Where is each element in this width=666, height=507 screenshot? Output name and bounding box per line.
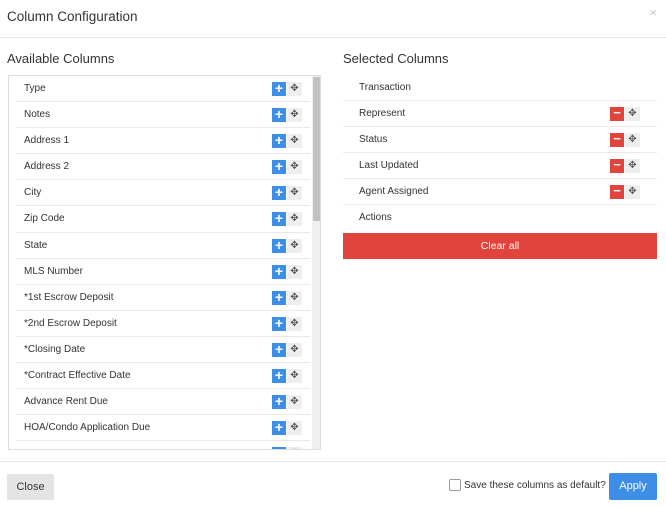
- list-item: Status − ✥: [343, 127, 657, 153]
- column-label: Status: [359, 134, 388, 145]
- list-item: *Closing Date + ✥: [16, 337, 310, 364]
- add-column-button[interactable]: +: [272, 290, 286, 305]
- drag-handle-icon[interactable]: ✥: [287, 316, 302, 331]
- column-label: Notes: [24, 109, 51, 121]
- modal-header: Column Configuration ×: [0, 0, 666, 38]
- drag-handle-icon[interactable]: ✥: [287, 447, 302, 449]
- add-column-button[interactable]: +: [272, 133, 286, 149]
- column-label: *Contract Effective Date: [24, 370, 131, 382]
- add-column-button[interactable]: +: [272, 368, 286, 384]
- add-column-button[interactable]: +: [272, 238, 286, 253]
- drag-handle-icon[interactable]: ✥: [287, 421, 302, 436]
- save-default-checkbox[interactable]: [449, 479, 461, 491]
- add-column-button[interactable]: +: [272, 159, 286, 175]
- modal-footer: Close Save these columns as default? App…: [0, 461, 666, 507]
- drag-handle-icon[interactable]: ✥: [287, 369, 302, 384]
- close-icon[interactable]: ×: [649, 5, 657, 20]
- add-column-button[interactable]: +: [272, 420, 286, 436]
- drag-handle-icon[interactable]: ✥: [287, 395, 302, 410]
- drag-handle-icon[interactable]: ✥: [287, 212, 302, 227]
- list-item: Address 2 + ✥: [16, 154, 310, 181]
- drag-handle-icon[interactable]: ✥: [287, 134, 302, 149]
- list-item: MLS Number + ✥: [16, 259, 310, 285]
- add-column-button[interactable]: +: [272, 107, 286, 123]
- remove-column-button[interactable]: −: [610, 132, 624, 147]
- drag-handle-icon[interactable]: ✥: [287, 160, 302, 175]
- drag-handle-icon[interactable]: ✥: [625, 185, 640, 199]
- column-label: Transaction: [359, 82, 411, 93]
- drag-handle-icon[interactable]: ✥: [287, 82, 302, 96]
- list-item: HOA/Condo Application Due + ✥: [16, 415, 310, 442]
- drag-handle-icon[interactable]: ✥: [625, 133, 640, 147]
- column-label: Represent: [359, 108, 406, 119]
- column-label: Agent Assigned: [359, 186, 429, 197]
- list-item: State + ✥: [16, 233, 310, 259]
- available-columns-list[interactable]: Type + ✥ Notes + ✥ Address 1 + ✥ Address 2 + ✥ City +…: [8, 75, 321, 450]
- list-item: Zip Code + ✥: [16, 206, 310, 233]
- list-item: Notes + ✥: [16, 102, 310, 129]
- remove-column-button[interactable]: −: [610, 106, 624, 121]
- drag-handle-icon[interactable]: ✥: [287, 342, 302, 357]
- column-label: Address 2: [24, 161, 70, 173]
- column-label: City: [24, 187, 42, 199]
- selected-columns-list: Transaction Represent − ✥ Status − ✥ Last Updat…: [343, 75, 657, 231]
- list-item: Transaction: [343, 75, 657, 101]
- clear-all-button[interactable]: Clear all: [343, 233, 657, 259]
- available-columns-title: Available Columns: [7, 51, 115, 66]
- apply-button[interactable]: Apply: [609, 473, 657, 500]
- column-label: *1st Escrow Deposit: [24, 291, 114, 303]
- list-item: Agent Assigned − ✥: [343, 179, 657, 205]
- add-column-button[interactable]: +: [272, 316, 286, 331]
- list-item: Address 1 + ✥: [16, 128, 310, 155]
- drag-handle-icon[interactable]: ✥: [287, 108, 302, 123]
- column-label: Type: [24, 83, 46, 94]
- remove-column-button[interactable]: −: [610, 158, 624, 173]
- drag-handle-icon[interactable]: ✥: [287, 238, 302, 253]
- column-label: *Closing Date: [24, 343, 86, 355]
- column-label: State: [24, 239, 48, 251]
- list-item: *2nd Escrow Deposit + ✥: [16, 311, 310, 337]
- column-label: Last Updated: [359, 160, 419, 171]
- column-label: Address 1: [24, 135, 70, 147]
- list-item: Advance Rent Due + ✥: [16, 389, 310, 416]
- add-column-button[interactable]: +: [272, 264, 286, 279]
- list-item: Represent − ✥: [343, 101, 657, 127]
- column-label: *2nd Escrow Deposit: [24, 317, 117, 329]
- add-column-button[interactable]: +: [272, 211, 286, 227]
- column-label: HOA/Condo Application Due: [24, 422, 151, 434]
- add-column-button[interactable]: +: [272, 342, 286, 357]
- list-item: Last Updated − ✥: [343, 153, 657, 179]
- list-item: +✥: [16, 441, 310, 449]
- list-item: Type + ✥: [16, 76, 310, 103]
- column-label: Advance Rent Due: [24, 396, 108, 408]
- add-column-button[interactable]: +: [272, 185, 286, 201]
- remove-column-button[interactable]: −: [610, 184, 624, 199]
- modal-title: Column Configuration: [7, 9, 138, 24]
- column-label: Actions: [359, 212, 392, 223]
- list-item: *Contract Effective Date + ✥: [16, 363, 310, 390]
- add-column-button[interactable]: +: [272, 394, 286, 410]
- add-column-button[interactable]: +: [272, 446, 286, 449]
- column-label: MLS Number: [24, 265, 83, 277]
- add-column-button[interactable]: +: [272, 81, 286, 96]
- selected-columns-title: Selected Columns: [343, 51, 449, 66]
- column-label: Zip Code: [24, 213, 65, 225]
- drag-handle-icon[interactable]: ✥: [625, 107, 640, 121]
- drag-handle-icon[interactable]: ✥: [287, 290, 302, 305]
- save-default-label: Save these columns as default?: [464, 480, 606, 491]
- close-button[interactable]: Close: [7, 474, 54, 500]
- available-list-scrollbar[interactable]: [312, 76, 320, 449]
- list-item: City + ✥: [16, 180, 310, 207]
- available-columns-rows: Type + ✥ Notes + ✥ Address 1 + ✥ Address 2 + ✥ City +…: [16, 76, 310, 449]
- scrollbar-thumb[interactable]: [313, 77, 320, 221]
- list-item: Actions: [343, 205, 657, 231]
- drag-handle-icon[interactable]: ✥: [287, 186, 302, 201]
- drag-handle-icon[interactable]: ✥: [287, 264, 302, 279]
- list-item: *1st Escrow Deposit + ✥: [16, 285, 310, 311]
- drag-handle-icon[interactable]: ✥: [625, 159, 640, 173]
